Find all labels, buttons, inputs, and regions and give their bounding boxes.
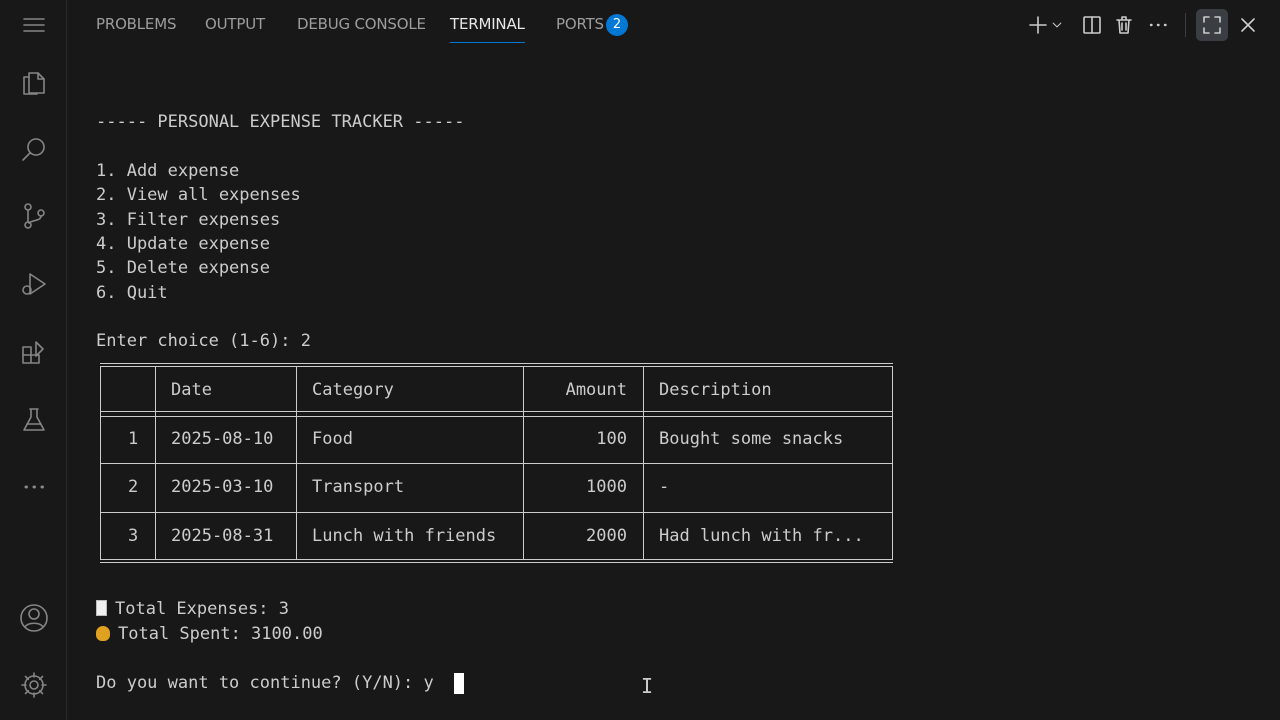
table-cell-category: Lunch with friends <box>312 526 497 546</box>
settings-gear-icon[interactable] <box>14 665 54 705</box>
table-header-category: Category <box>312 380 394 400</box>
table-border <box>100 559 893 560</box>
continue-prompt: Do you want to continue? (Y/N): y <box>96 673 434 693</box>
table-cell-index: 3 <box>128 526 139 546</box>
table-cell-description: - <box>659 477 670 497</box>
trash-icon[interactable] <box>1110 11 1138 39</box>
activity-bar <box>0 0 67 720</box>
menu-item: 5. Delete expense <box>96 258 270 278</box>
terminal-cursor <box>454 673 464 694</box>
menu-item: 6. Quit <box>96 283 168 303</box>
search-icon[interactable] <box>14 130 54 170</box>
extensions-icon[interactable] <box>14 333 54 373</box>
table-cell-description: Had lunch with fr... <box>659 526 864 546</box>
more-actions-icon[interactable] <box>1144 11 1172 39</box>
tab-terminal[interactable]: TERMINAL <box>450 15 525 33</box>
banner-text: ----- PERSONAL EXPENSE TRACKER ----- <box>96 112 465 132</box>
choice-prompt: Enter choice (1-6): 2 <box>96 331 311 351</box>
table-border <box>100 363 893 364</box>
header-separator <box>1185 13 1186 37</box>
table-border <box>296 367 297 559</box>
table-cell-description: Bought some snacks <box>659 429 844 449</box>
chevron-down-icon[interactable] <box>1047 11 1067 39</box>
table-border <box>100 512 893 513</box>
table-border <box>643 367 644 559</box>
menu-item: 4. Update expense <box>96 234 270 254</box>
account-icon[interactable] <box>14 598 54 638</box>
menu-icon[interactable] <box>14 5 54 45</box>
table-cell-date: 2025-03-10 <box>171 477 274 497</box>
ports-count-badge: 2 <box>606 14 628 36</box>
expenses-table: Date Category Amount Description 1 2025-… <box>100 363 893 563</box>
total-spent-line: Total Spent: 3100.00 <box>96 624 323 644</box>
total-spent-text: Total Spent: 3100.00 <box>118 624 323 644</box>
table-border <box>100 463 893 464</box>
table-cell-category: Food <box>312 429 353 449</box>
table-border <box>523 367 524 559</box>
menu-item: 3. Filter expenses <box>96 210 281 230</box>
table-cell-date: 2025-08-31 <box>171 526 274 546</box>
table-border <box>892 367 893 559</box>
table-cell-category: Transport <box>312 477 405 497</box>
table-header-description: Description <box>659 380 772 400</box>
run-debug-icon[interactable] <box>14 264 54 304</box>
menu-item: 1. Add expense <box>96 161 240 181</box>
table-border <box>100 411 893 412</box>
table-cell-amount: 2000 <box>586 526 627 546</box>
maximize-icon[interactable] <box>1198 11 1226 39</box>
table-border <box>100 416 893 417</box>
close-icon[interactable] <box>1234 11 1262 39</box>
active-tab-indicator <box>450 42 525 43</box>
table-cell-amount: 1000 <box>586 477 627 497</box>
table-cell-index: 1 <box>128 429 139 449</box>
table-cell-index: 2 <box>128 477 139 497</box>
table-header-date: Date <box>171 380 212 400</box>
money-bag-icon <box>96 626 110 641</box>
terminal-output[interactable]: ----- PERSONAL EXPENSE TRACKER ----- 1. … <box>96 0 464 693</box>
total-expenses-text: Total Expenses: 3 <box>115 599 289 619</box>
table-cell-amount: 100 <box>596 429 627 449</box>
table-cell-date: 2025-08-10 <box>171 429 274 449</box>
table-border <box>100 367 101 559</box>
split-icon[interactable] <box>1078 11 1106 39</box>
receipt-icon <box>96 600 107 616</box>
testing-icon[interactable] <box>14 400 54 440</box>
more-icon[interactable] <box>14 467 54 507</box>
table-border <box>155 367 156 559</box>
tab-ports[interactable]: PORTS <box>556 15 604 33</box>
menu-item: 2. View all expenses <box>96 185 301 205</box>
table-border <box>100 562 893 563</box>
explorer-icon[interactable] <box>14 63 54 103</box>
source-control-icon[interactable] <box>14 196 54 236</box>
mouse-ibeam-icon: I <box>641 674 654 698</box>
table-header-amount: Amount <box>565 380 627 400</box>
total-expenses-line: Total Expenses: 3 <box>96 599 289 619</box>
tab-debug-console[interactable]: DEBUG CONSOLE <box>297 15 426 33</box>
tab-output[interactable]: OUTPUT <box>205 15 265 33</box>
table-border <box>100 366 893 367</box>
